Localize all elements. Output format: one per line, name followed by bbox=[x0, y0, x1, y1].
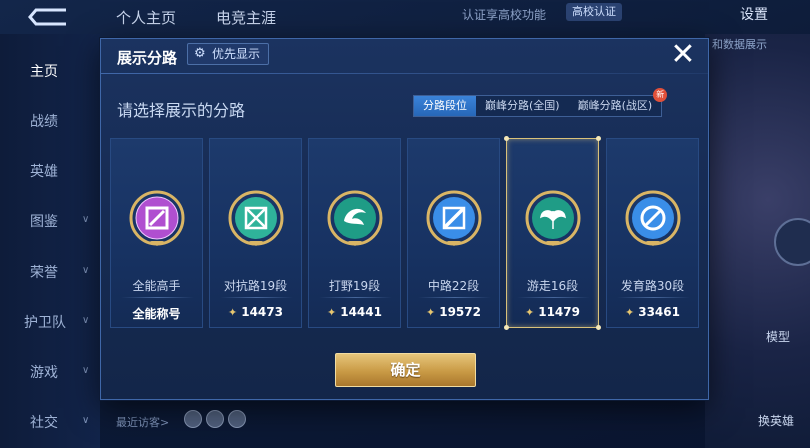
recent-visitors-link[interactable]: 最近访客> bbox=[116, 414, 169, 430]
sidebar-item-hero[interactable]: 英雄 bbox=[30, 161, 58, 181]
route-name: 对抗路19段 bbox=[223, 279, 288, 293]
roam-emblem-icon bbox=[524, 189, 582, 247]
chevron-down-icon: ∨ bbox=[82, 315, 90, 326]
route-score: ✦ 33461 bbox=[607, 305, 698, 319]
avatar[interactable] bbox=[206, 410, 224, 428]
tab-route-rank[interactable]: 分路段位 bbox=[414, 96, 476, 116]
chevron-down-icon: ∨ bbox=[82, 214, 90, 225]
confirm-button[interactable]: 确定 bbox=[335, 353, 476, 387]
chevron-down-icon: ∨ bbox=[82, 365, 90, 376]
route-name: 游走16段 bbox=[526, 279, 579, 293]
divider bbox=[319, 297, 392, 298]
route-name: 发育路30段 bbox=[620, 279, 685, 293]
route-score-value: 14473 bbox=[241, 305, 283, 319]
route-card-clash-lane[interactable]: 对抗路19段 ✦ 14473 bbox=[209, 138, 302, 328]
route-score-value: 19572 bbox=[439, 305, 481, 319]
route-name: 中路22段 bbox=[427, 279, 480, 293]
tab-profile[interactable]: 个人主页 bbox=[116, 7, 176, 28]
route-score: ✦ 14441 bbox=[309, 305, 400, 319]
route-score: ✦ 14473 bbox=[210, 305, 301, 319]
route-card-roam[interactable]: 游走16段 ✦ 11479 bbox=[504, 136, 601, 330]
clash-lane-emblem-icon bbox=[227, 189, 285, 247]
avatar[interactable] bbox=[184, 410, 202, 428]
route-card-farm-lane[interactable]: 发育路30段 ✦ 33461 bbox=[606, 138, 699, 328]
sidebar-item-record[interactable]: 战绩 bbox=[30, 111, 58, 131]
cert-hint: 认证享高校功能 bbox=[462, 8, 547, 22]
selection-corner bbox=[596, 325, 601, 330]
cert-badge[interactable]: 高校认证 bbox=[566, 3, 622, 21]
divider bbox=[220, 297, 293, 298]
divider bbox=[121, 297, 194, 298]
rank-points-icon: ✦ bbox=[426, 306, 436, 319]
route-score: ✦ 19572 bbox=[408, 305, 499, 319]
priority-display-button[interactable]: ⚙ 优先显示 bbox=[187, 43, 270, 65]
route-score-value: 11479 bbox=[538, 305, 580, 319]
route-card-list: 全能高手 全能称号 对抗路19段 ✦ 14473 打野19段 ✦ 14441 中… bbox=[110, 136, 700, 330]
back-arrow-icon[interactable] bbox=[26, 6, 72, 26]
selection-corner bbox=[504, 136, 509, 141]
tab-peak-region-label: 巅峰分路(战区) bbox=[577, 99, 653, 112]
tab-esports[interactable]: 电竞主涯 bbox=[216, 7, 276, 28]
sidebar-item-game[interactable]: 游戏 bbox=[30, 362, 58, 382]
model-button[interactable]: 模型 bbox=[766, 328, 790, 345]
rank-points-icon: ✦ bbox=[327, 306, 337, 319]
route-score-value: 14441 bbox=[340, 305, 382, 319]
route-score: 全能称号 bbox=[111, 305, 202, 322]
mid-lane-emblem-icon bbox=[425, 189, 483, 247]
priority-label: 优先显示 bbox=[212, 47, 261, 61]
route-name: 全能高手 bbox=[132, 279, 181, 293]
route-filter-tabs: 分路段位 巅峰分路(全国) 巅峰分路(战区) 新 bbox=[413, 88, 668, 117]
sidebar-item-honor[interactable]: 荣誉 bbox=[30, 262, 58, 282]
data-display-label: 和数据展示 bbox=[712, 38, 767, 51]
farm-lane-emblem-icon bbox=[624, 189, 682, 247]
gear-icon: ⚙ bbox=[194, 46, 206, 61]
divider bbox=[101, 73, 708, 74]
close-button[interactable]: ✕ bbox=[667, 39, 699, 71]
sidebar-item-guard[interactable]: 护卫队 bbox=[24, 312, 66, 332]
route-card-allround[interactable]: 全能高手 全能称号 bbox=[110, 138, 203, 328]
allround-emblem-icon bbox=[128, 189, 186, 247]
new-badge: 新 bbox=[653, 88, 668, 102]
avatar[interactable] bbox=[228, 410, 246, 428]
route-card-mid-lane[interactable]: 中路22段 ✦ 19572 bbox=[407, 138, 500, 328]
tab-peak-national[interactable]: 巅峰分路(全国) bbox=[476, 96, 569, 116]
route-name: 打野19段 bbox=[328, 279, 381, 293]
divider bbox=[418, 297, 491, 298]
dialog-title: 展示分路 bbox=[117, 49, 178, 67]
dialog-subtitle: 请选择展示的分路 bbox=[117, 101, 246, 120]
route-score-value: 33461 bbox=[638, 305, 680, 319]
rank-points-icon: ✦ bbox=[525, 306, 535, 319]
route-score: ✦ 11479 bbox=[507, 305, 598, 319]
rank-points-icon: ✦ bbox=[625, 306, 635, 319]
rank-points-icon: ✦ bbox=[228, 306, 238, 319]
sidebar-item-home[interactable]: 主页 bbox=[30, 61, 58, 81]
sidebar-item-social[interactable]: 社交 bbox=[30, 412, 58, 432]
selection-corner bbox=[504, 325, 509, 330]
jungle-emblem-icon bbox=[326, 189, 384, 247]
top-bar: 个人主页 电竞主涯 认证享高校功能 高校认证 设置 bbox=[0, 0, 810, 34]
selection-corner bbox=[596, 136, 601, 141]
divider bbox=[617, 297, 690, 298]
sidebar-item-codex[interactable]: 图鉴 bbox=[30, 211, 58, 231]
sidebar bbox=[0, 34, 100, 448]
route-display-dialog: 展示分路 ⚙ 优先显示 ✕ 请选择展示的分路 分路段位 巅峰分路(全国) 巅峰分… bbox=[100, 38, 709, 400]
tab-peak-region[interactable]: 巅峰分路(战区) 新 bbox=[569, 88, 668, 116]
change-hero-button[interactable]: 换英雄 bbox=[758, 412, 794, 429]
chevron-down-icon: ∨ bbox=[82, 265, 90, 276]
route-score-value: 全能称号 bbox=[132, 307, 181, 321]
divider bbox=[517, 297, 590, 298]
chevron-down-icon: ∨ bbox=[82, 415, 90, 426]
settings-button[interactable]: 设置 bbox=[740, 4, 768, 24]
route-card-jungle[interactable]: 打野19段 ✦ 14441 bbox=[308, 138, 401, 328]
